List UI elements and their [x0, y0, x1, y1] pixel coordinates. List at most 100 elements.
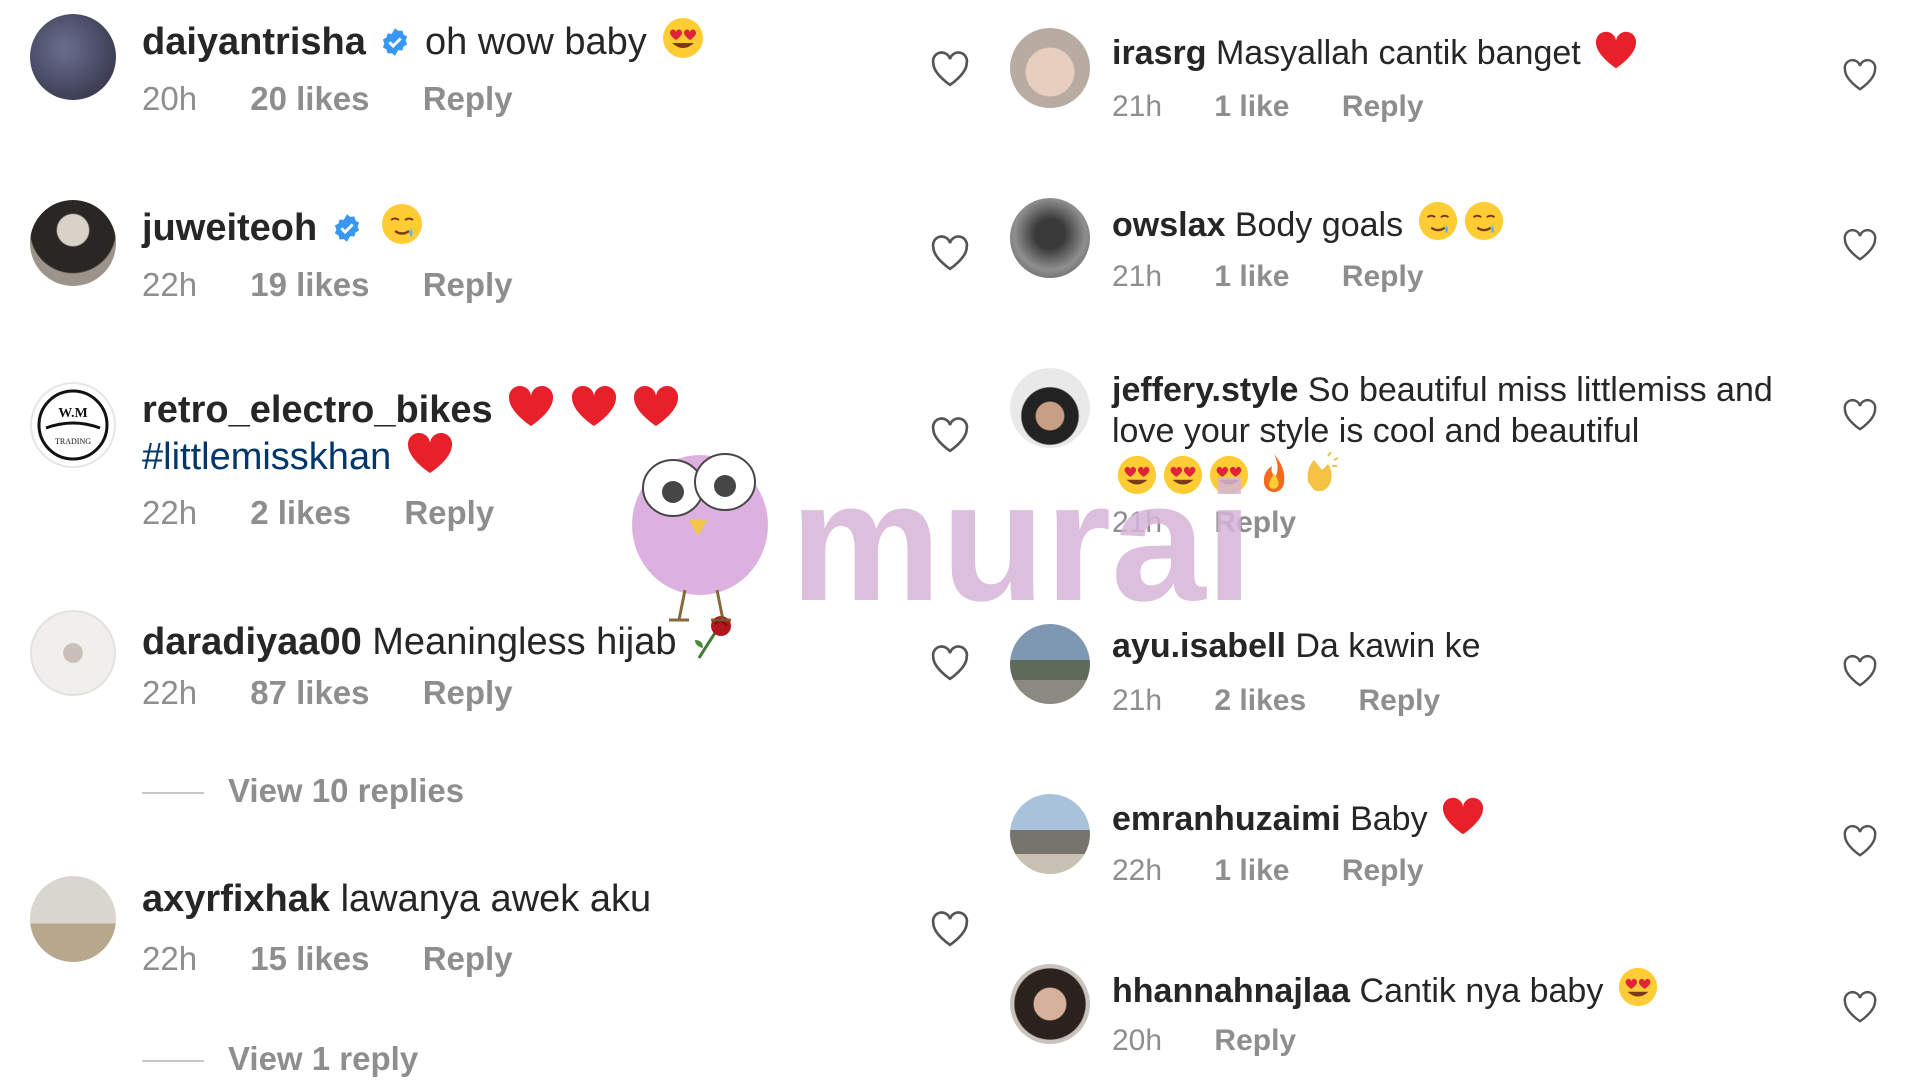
avatar[interactable] — [1010, 368, 1090, 448]
like-heart-icon[interactable] — [1842, 824, 1878, 858]
relieved-emoji-icon — [1418, 201, 1457, 241]
heart-eyes-emoji-icon — [663, 18, 704, 58]
view-replies-button[interactable]: View 1 reply — [142, 1040, 418, 1078]
comment-meta: 21h 2 likes Reply — [1112, 684, 1484, 718]
like-heart-icon[interactable] — [930, 644, 970, 682]
comment-meta: 22h 15 likes Reply — [142, 940, 557, 978]
username[interactable]: retro_electro_bikes — [142, 389, 493, 431]
comment-item: axyrfixhak lawanya awek aku 22h 15 likes… — [0, 876, 969, 1077]
like-count[interactable]: 1 like — [1214, 90, 1289, 124]
avatar[interactable]: W.M TRADING — [30, 382, 116, 468]
like-count[interactable]: 1 like — [1214, 260, 1289, 294]
divider-line — [142, 792, 204, 795]
comment-meta: 22h 2 likes Reply — [142, 494, 538, 532]
avatar[interactable] — [1010, 624, 1090, 704]
username[interactable]: daradiyaa00 — [142, 621, 362, 663]
like-heart-icon[interactable] — [930, 50, 970, 88]
comment-item: W.M TRADING retro_electro_bikes #littlem… — [0, 382, 969, 552]
username[interactable]: axyrfixhak — [142, 878, 330, 920]
reply-button[interactable]: Reply — [1342, 854, 1424, 888]
username[interactable]: daiyantrisha — [142, 21, 366, 63]
comment-text: axyrfixhak lawanya awek aku — [142, 878, 652, 920]
like-count[interactable]: 1 like — [1214, 854, 1289, 888]
like-count[interactable]: 2 likes — [250, 494, 351, 532]
comment-text: daradiyaa00 Meaningless hijab — [142, 612, 830, 663]
username[interactable]: owslax — [1112, 206, 1225, 244]
like-heart-icon[interactable] — [930, 234, 970, 272]
fire-emoji-icon — [1263, 454, 1285, 492]
verified-badge-icon — [383, 28, 408, 56]
comment-text: emranhuzaimi Baby — [1112, 796, 1800, 840]
comment-time: 22h — [142, 494, 198, 531]
comment-time: 22h — [142, 266, 198, 303]
avatar[interactable] — [30, 610, 116, 696]
left-comment-column: daiyantrisha oh wow baby 20h 20 likes Re… — [0, 0, 969, 1080]
like-heart-icon[interactable] — [1842, 990, 1878, 1024]
like-heart-icon[interactable] — [1842, 398, 1878, 432]
red-heart-emoji-icon — [1442, 797, 1484, 835]
reply-button[interactable]: Reply — [1214, 506, 1296, 540]
comment-meta: 21h Reply — [1112, 506, 1340, 540]
red-heart-emoji-icon — [1596, 31, 1637, 69]
reply-button[interactable]: Reply — [1214, 1024, 1296, 1058]
like-heart-icon[interactable] — [1842, 654, 1878, 688]
comment-text: jeffery.style So beautiful miss littlemi… — [1112, 370, 1800, 500]
comment-item: owslax Body goals 21h 1 like Reply — [980, 198, 1920, 318]
like-count[interactable]: 20 likes — [250, 80, 369, 118]
avatar[interactable] — [30, 876, 116, 962]
reply-button[interactable]: Reply — [423, 266, 513, 304]
divider-line — [142, 1060, 204, 1063]
like-heart-icon[interactable] — [1842, 58, 1878, 92]
username[interactable]: ayu.isabell — [1112, 627, 1286, 665]
like-heart-icon[interactable] — [930, 910, 970, 948]
comment-text: ayu.isabell Da kawin ke — [1112, 627, 1481, 665]
relieved-emoji-icon — [382, 204, 423, 244]
avatar[interactable] — [30, 200, 116, 286]
like-heart-icon[interactable] — [930, 416, 970, 454]
like-count[interactable]: 2 likes — [1214, 684, 1306, 718]
reply-button[interactable]: Reply — [423, 80, 513, 118]
username[interactable]: jeffery.style — [1112, 371, 1298, 409]
comment-meta: 22h 19 likes Reply — [142, 266, 557, 304]
like-count[interactable]: 87 likes — [250, 674, 369, 712]
comment-text: retro_electro_bikes #littlemisskhan — [142, 384, 830, 478]
avatar[interactable] — [1010, 794, 1090, 874]
comment-meta: 21h 1 like Reply — [1112, 90, 1468, 124]
clapping-hands-emoji-icon — [1307, 452, 1339, 492]
relieved-emoji-icon — [1464, 201, 1503, 241]
like-count[interactable]: 15 likes — [250, 940, 369, 978]
username[interactable]: hhannahnajlaa — [1112, 972, 1350, 1010]
comment-text: daiyantrisha oh wow baby — [142, 16, 830, 63]
svg-text:TRADING: TRADING — [55, 437, 91, 446]
comment-time: 21h — [1112, 684, 1163, 717]
avatar[interactable] — [1010, 28, 1090, 108]
username[interactable]: irasrg — [1112, 34, 1207, 72]
svg-text:W.M: W.M — [58, 406, 87, 421]
reply-button[interactable]: Reply — [1342, 90, 1424, 124]
brand-logo-icon: W.M TRADING — [37, 389, 109, 461]
like-count[interactable]: 19 likes — [250, 266, 369, 304]
comment-item: irasrg Masyallah cantik banget 21h 1 lik… — [980, 28, 1920, 148]
avatar[interactable] — [1010, 964, 1090, 1044]
red-heart-emoji-icon — [571, 385, 616, 426]
reply-button[interactable]: Reply — [404, 494, 494, 532]
comment-item: daiyantrisha oh wow baby 20h 20 likes Re… — [0, 14, 969, 144]
like-heart-icon[interactable] — [1842, 228, 1878, 262]
reply-button[interactable]: Reply — [1359, 684, 1441, 718]
comment-item: hhannahnajlaa Cantik nya baby 20h Reply — [980, 964, 1920, 1074]
comment-meta: 22h 1 like Reply — [1112, 854, 1468, 888]
username[interactable]: emranhuzaimi — [1112, 800, 1341, 838]
comment-item: ayu.isabell Da kawin ke 21h 2 likes Repl… — [980, 624, 1920, 744]
view-replies-button[interactable]: View 10 replies — [142, 772, 464, 810]
heart-eyes-emoji-icon — [1117, 455, 1157, 495]
red-heart-emoji-icon — [634, 385, 679, 426]
hashtag-link[interactable]: #littlemisskhan — [142, 436, 391, 478]
comment-time: 20h — [1112, 1024, 1163, 1057]
avatar[interactable] — [30, 14, 116, 100]
red-heart-emoji-icon — [407, 432, 452, 473]
username[interactable]: juweiteoh — [142, 207, 317, 249]
avatar[interactable] — [1010, 198, 1090, 278]
reply-button[interactable]: Reply — [423, 674, 513, 712]
reply-button[interactable]: Reply — [423, 940, 513, 978]
reply-button[interactable]: Reply — [1342, 260, 1424, 294]
